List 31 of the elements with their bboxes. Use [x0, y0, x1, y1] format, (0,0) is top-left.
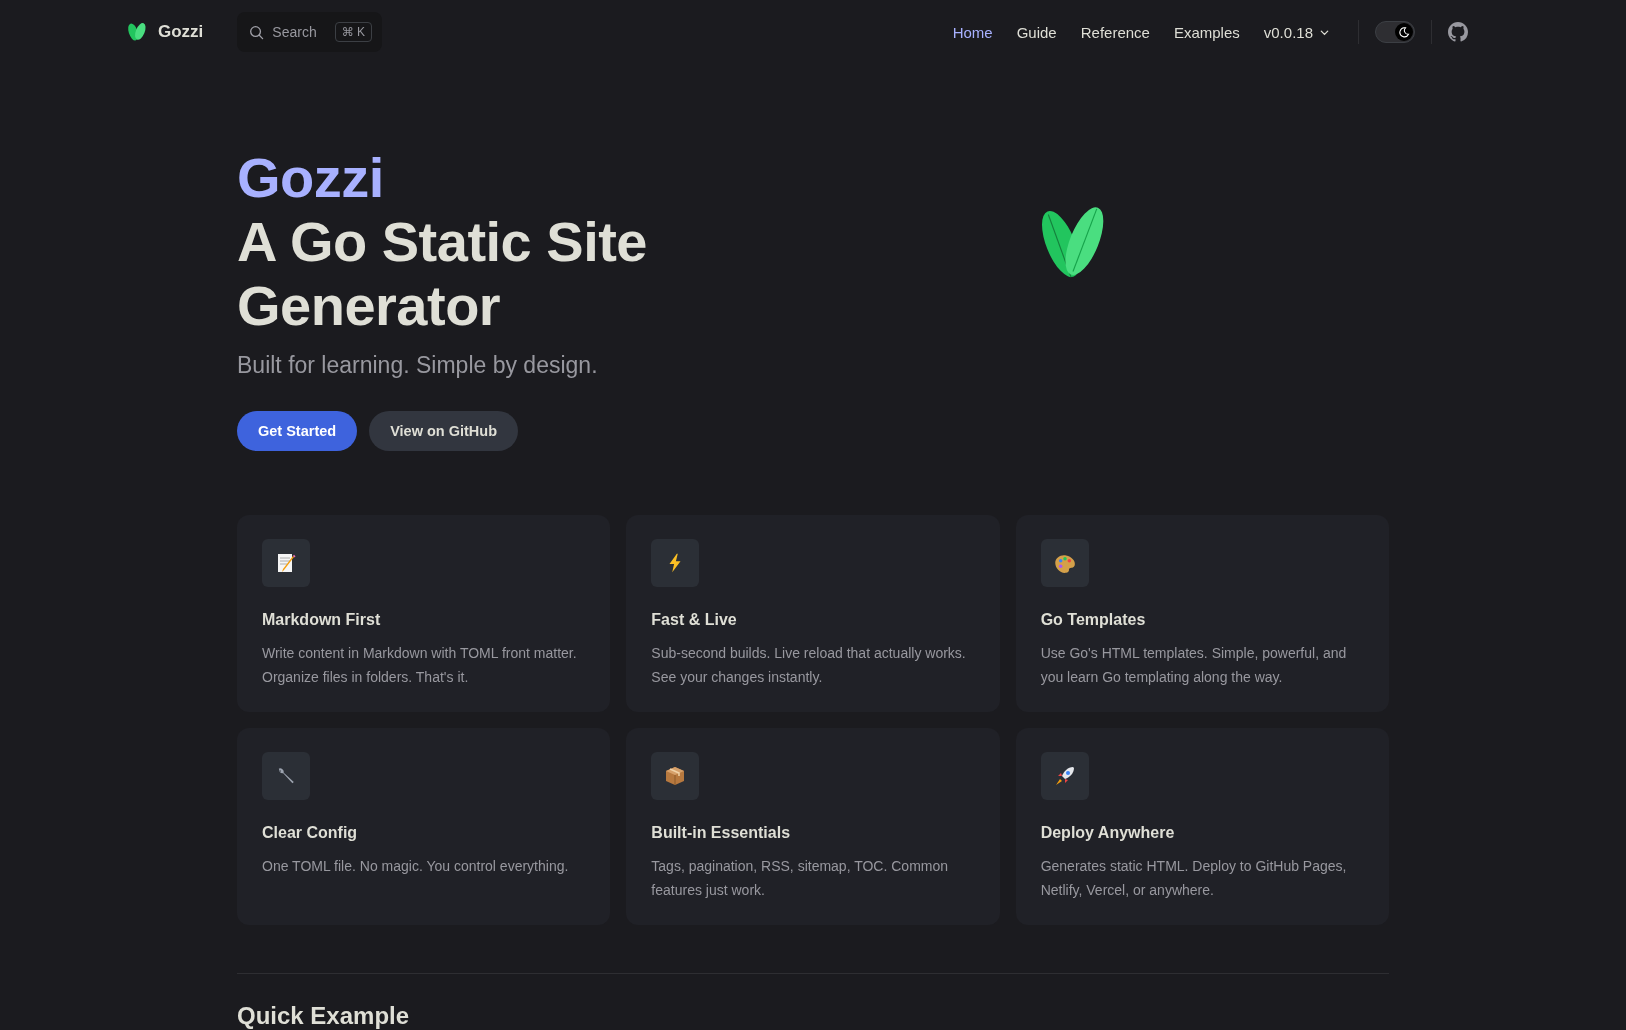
feature-title: Markdown First: [262, 611, 382, 629]
feature-description: Tags, pagination, RSS, sitemap, TOC. Common features just work.: [651, 857, 950, 900]
nav-link[interactable]: Reference: [1068, 23, 1162, 41]
feature-title: Clear Config: [262, 824, 359, 842]
feature-description: Use Go's HTML templates. Simple, powerful, and you learn Go templating along the way.: [1040, 644, 1348, 687]
feature-description: One TOML file. No magic. You control everything.: [262, 857, 570, 876]
hero-tagline: Built for learning. Simple by design.: [237, 352, 599, 379]
feature-title: Go Templates: [1040, 611, 1147, 629]
appearance-switch[interactable]: [1375, 21, 1415, 43]
nav-link[interactable]: Home: [940, 23, 1005, 41]
hero-name: Gozzi: [237, 146, 385, 210]
feature-description: Sub-second builds. Live reload that actually works. See your changes instantly.: [651, 644, 967, 687]
github-button[interactable]: View on GitHub: [369, 411, 519, 451]
feature-title: Built-in Essentials: [651, 824, 792, 842]
search-icon: [249, 24, 265, 40]
github-icon[interactable]: [1448, 22, 1468, 42]
version-dropdown[interactable]: v0.0.18: [1251, 23, 1342, 41]
hero-title: A Go Static Site Generator: [237, 210, 648, 338]
moon-icon: [1398, 26, 1410, 38]
feature-title: Deploy Anywhere: [1040, 824, 1176, 842]
section-heading: Quick Example: [237, 1002, 411, 1030]
feature-description: Write content in Markdown with TOML front matter. Organize files in folders. That's it.: [262, 644, 578, 687]
keyboard-shortcut: ⌘ K: [334, 22, 373, 42]
nav-link[interactable]: Examples: [1161, 23, 1252, 41]
search-button[interactable]: Search ⌘ K: [237, 12, 383, 52]
nav-link[interactable]: Guide: [1004, 23, 1069, 41]
leaf-logo-icon[interactable]: [126, 21, 148, 43]
get-started-button[interactable]: Get Started: [237, 411, 358, 451]
feature-description: Generates static HTML. Deploy to GitHub Pages, Netlify, Vercel, or anywhere.: [1040, 857, 1348, 900]
site-title[interactable]: Gozzi: [158, 22, 204, 42]
feature-title: Fast & Live: [651, 611, 738, 629]
